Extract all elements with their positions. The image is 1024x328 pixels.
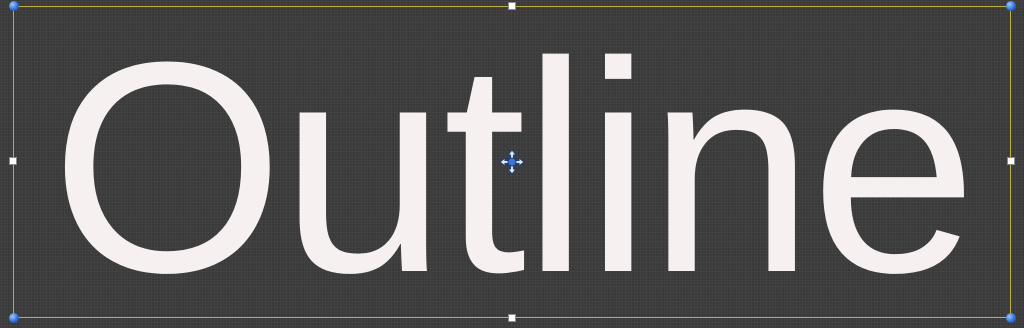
design-canvas[interactable]: Outline xyxy=(0,0,1024,328)
resize-handle-left[interactable] xyxy=(9,157,17,165)
corner-handle-bottom-right[interactable] xyxy=(1006,313,1016,323)
corner-handle-top-left[interactable] xyxy=(9,1,19,11)
corner-handle-top-right[interactable] xyxy=(1006,1,1016,11)
move-arrows-icon[interactable] xyxy=(499,149,525,175)
resize-handle-top[interactable] xyxy=(508,2,516,10)
corner-handle-bottom-left[interactable] xyxy=(9,313,19,323)
resize-handle-right[interactable] xyxy=(1007,157,1015,165)
resize-handle-bottom[interactable] xyxy=(508,314,516,322)
